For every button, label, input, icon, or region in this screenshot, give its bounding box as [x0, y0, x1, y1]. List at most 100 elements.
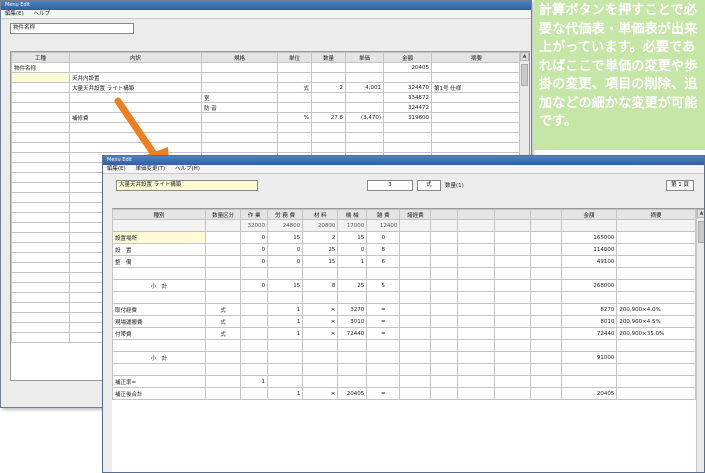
table-cell[interactable] [431, 102, 522, 113]
table-cell[interactable]: 200,900×4.5% [616, 315, 696, 328]
empty-cell[interactable] [11, 202, 70, 213]
table-cell[interactable] [430, 291, 459, 304]
table-cell[interactable]: 8 [302, 279, 339, 292]
table-cell[interactable]: 6 [366, 255, 401, 268]
table-cell[interactable]: 1 [267, 387, 304, 400]
table-cell[interactable] [240, 351, 269, 364]
empty-cell[interactable] [201, 142, 278, 153]
table-cell[interactable] [345, 102, 384, 113]
table-row[interactable]: 室 334672 [11, 92, 522, 103]
table-cell[interactable] [494, 363, 531, 376]
table-cell[interactable]: 補正後合計 [112, 387, 207, 400]
table-cell[interactable] [430, 363, 459, 376]
empty-cell[interactable] [11, 182, 70, 193]
table-cell[interactable]: (3,470) [345, 112, 384, 123]
table-cell[interactable] [616, 375, 696, 388]
table-cell[interactable] [240, 291, 269, 304]
table-cell[interactable] [616, 363, 696, 376]
table-cell[interactable] [529, 315, 562, 328]
table-cell[interactable] [205, 351, 242, 364]
table-cell[interactable] [494, 339, 531, 352]
table-cell[interactable] [529, 339, 562, 352]
table-cell[interactable]: 15 [267, 279, 304, 292]
unit-price-cell[interactable] [430, 219, 459, 232]
table-cell[interactable] [399, 375, 432, 388]
empty-cell[interactable] [345, 122, 384, 133]
table-cell[interactable]: 324470 [383, 82, 432, 93]
empty-cell[interactable] [11, 242, 70, 253]
empty-cell[interactable] [11, 212, 70, 223]
table-cell[interactable] [399, 363, 432, 376]
table-cell[interactable] [560, 375, 618, 388]
table-cell[interactable]: × [302, 387, 339, 400]
empty-cell[interactable] [11, 252, 70, 263]
table-cell[interactable]: 設 置 [112, 243, 207, 256]
table-cell[interactable] [494, 315, 531, 328]
table-cell[interactable] [430, 279, 459, 292]
table-cell[interactable]: 0 [267, 255, 304, 268]
table-cell[interactable] [366, 363, 401, 376]
table-cell[interactable] [457, 255, 496, 268]
table-cell[interactable]: = [366, 303, 401, 316]
table-cell[interactable] [337, 291, 368, 304]
table-cell[interactable]: 天井内設置 [69, 72, 202, 83]
table-cell[interactable] [277, 72, 312, 83]
table-cell[interactable] [112, 267, 207, 280]
empty-cell[interactable] [11, 132, 70, 143]
empty-cell[interactable] [11, 122, 70, 133]
table-cell[interactable] [205, 243, 242, 256]
table-cell[interactable]: = [366, 327, 401, 340]
table-cell[interactable]: 200,900×35.0% [616, 327, 696, 340]
table-cell[interactable] [430, 243, 459, 256]
table-cell[interactable] [457, 387, 496, 400]
unit-price-cell[interactable]: 17000 [337, 219, 368, 232]
unit-price-cell[interactable] [560, 219, 618, 232]
table-cell[interactable]: 20405 [337, 387, 368, 400]
table-cell[interactable]: 4,001 [345, 82, 384, 93]
table-cell[interactable]: 72440 [560, 327, 618, 340]
empty-cell[interactable] [11, 192, 70, 203]
table-cell[interactable] [529, 255, 562, 268]
table-cell[interactable] [277, 92, 312, 103]
table-cell[interactable]: 319600 [383, 112, 432, 123]
table-cell[interactable] [399, 351, 432, 364]
table-cell[interactable] [457, 243, 496, 256]
table-cell[interactable] [399, 339, 432, 352]
table-cell[interactable]: 165000 [560, 231, 618, 244]
table-cell[interactable] [430, 387, 459, 400]
table-cell[interactable] [205, 279, 242, 292]
table-row[interactable]: 取付経費式 1 × 3270 = 8270 200,900×4.0% [112, 303, 696, 316]
table-cell[interactable]: = [366, 315, 401, 328]
empty-cell[interactable] [383, 142, 432, 153]
unit-price-cell[interactable] [616, 219, 696, 232]
empty-cell[interactable] [11, 172, 70, 183]
table-cell[interactable]: 大量天井設置 ライト構築 [69, 82, 202, 93]
empty-cell[interactable] [311, 132, 346, 143]
empty-cell[interactable] [345, 132, 384, 143]
table-row[interactable]: 補正後合計 1 × 20405 = 20405 [112, 387, 696, 400]
table-cell[interactable] [201, 112, 278, 123]
table-cell[interactable] [529, 267, 562, 280]
empty-cell[interactable] [431, 142, 522, 153]
table-cell[interactable]: 防 音 [201, 102, 278, 113]
table-cell[interactable] [457, 363, 496, 376]
table-cell[interactable] [311, 72, 346, 83]
table-cell[interactable] [383, 72, 432, 83]
table-cell[interactable]: 3010 [337, 315, 368, 328]
table-cell[interactable] [240, 267, 269, 280]
table-cell[interactable]: 25 [302, 243, 339, 256]
table-cell[interactable]: 2 [311, 82, 346, 93]
empty-cell[interactable] [201, 122, 278, 133]
table-cell[interactable] [529, 327, 562, 340]
table-row[interactable]: 大量天井設置 ライト構築 式 2 4,001 324470 第1号 仕様 [11, 82, 522, 93]
table-cell[interactable] [616, 243, 696, 256]
table-cell[interactable] [529, 291, 562, 304]
table-cell[interactable] [112, 291, 207, 304]
unit-price-cell[interactable] [529, 219, 562, 232]
table-cell[interactable] [431, 72, 522, 83]
table-cell[interactable] [494, 291, 531, 304]
table-cell[interactable]: 1 [337, 255, 368, 268]
table-row[interactable]: 防 音 324472 [11, 102, 522, 113]
empty-cell[interactable] [11, 222, 70, 233]
empty-cell[interactable] [383, 122, 432, 133]
